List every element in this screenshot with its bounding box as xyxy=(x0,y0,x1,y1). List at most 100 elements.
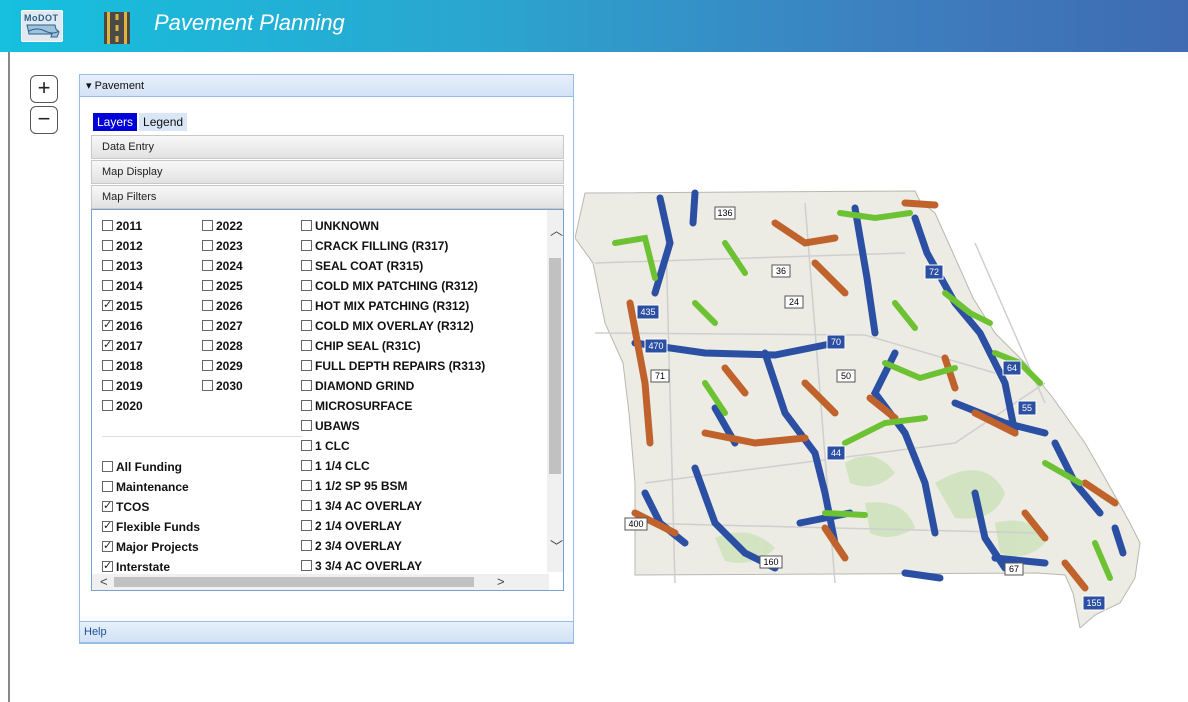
checkbox-box[interactable] xyxy=(301,420,312,431)
checkbox-box[interactable] xyxy=(301,320,312,331)
checkbox-box[interactable] xyxy=(301,300,312,311)
checkbox-box[interactable] xyxy=(102,240,113,251)
year-checkbox[interactable]: 2018 xyxy=(102,359,143,373)
checkbox-box[interactable] xyxy=(301,280,312,291)
year-checkbox[interactable]: 2030 xyxy=(202,379,243,393)
year-checkbox[interactable]: 2015 xyxy=(102,298,143,313)
year-checkbox[interactable]: 2011 xyxy=(102,219,142,233)
year-checkbox[interactable]: 2023 xyxy=(202,239,243,253)
vertical-scrollbar[interactable]: ︿ ﹀ xyxy=(547,210,563,572)
checkbox-box[interactable] xyxy=(301,440,312,451)
panel-header[interactable]: ▾ Pavement xyxy=(80,75,573,97)
missouri-map[interactable]: 136 36 24 70 470 71 50 44 160 155 64 55 … xyxy=(575,183,1150,628)
year-checkbox[interactable]: 2029 xyxy=(202,359,243,373)
year-checkbox[interactable]: 2017 xyxy=(102,338,143,353)
checkbox-box[interactable] xyxy=(202,340,213,351)
checkbox-box[interactable] xyxy=(301,560,312,571)
treatment-checkbox[interactable]: 2 3/4 OVERLAY xyxy=(301,539,402,553)
horizontal-scrollbar[interactable]: < > xyxy=(92,574,549,590)
scroll-right-icon[interactable]: > xyxy=(497,575,505,588)
help-link[interactable]: Help xyxy=(79,621,574,643)
checkbox-box[interactable] xyxy=(102,519,113,532)
year-checkbox[interactable]: 2016 xyxy=(102,318,143,333)
treatment-checkbox[interactable]: 3 3/4 AC OVERLAY xyxy=(301,559,422,573)
funding-checkbox[interactable]: Maintenance xyxy=(102,480,189,494)
treatment-checkbox[interactable]: SEAL COAT (R315) xyxy=(301,259,423,273)
year-checkbox[interactable]: 2026 xyxy=(202,299,243,313)
checkbox-box[interactable] xyxy=(102,380,113,391)
treatment-checkbox[interactable]: COLD MIX OVERLAY (R312) xyxy=(301,319,474,333)
scroll-left-icon[interactable]: < xyxy=(100,575,108,588)
year-checkbox[interactable]: 2028 xyxy=(202,339,243,353)
year-checkbox[interactable]: 2012 xyxy=(102,239,143,253)
accordion-data-entry[interactable]: Data Entry xyxy=(91,135,564,159)
funding-checkbox[interactable]: Major Projects xyxy=(102,539,199,554)
year-checkbox[interactable]: 2025 xyxy=(202,279,243,293)
checkbox-box[interactable] xyxy=(102,481,113,492)
horizontal-scroll-thumb[interactable] xyxy=(114,577,474,587)
checkbox-box[interactable] xyxy=(102,318,113,331)
year-checkbox[interactable]: 2027 xyxy=(202,319,243,333)
funding-checkbox[interactable]: Flexible Funds xyxy=(102,519,200,534)
checkbox-box[interactable] xyxy=(202,300,213,311)
treatment-checkbox[interactable]: CHIP SEAL (R31C) xyxy=(301,339,421,353)
zoom-in-button[interactable]: + xyxy=(30,75,58,103)
checkbox-box[interactable] xyxy=(102,298,113,311)
checkbox-box[interactable] xyxy=(202,280,213,291)
year-checkbox[interactable]: 2020 xyxy=(102,399,143,413)
tab-layers[interactable]: Layers xyxy=(93,113,138,131)
treatment-checkbox[interactable]: 2 1/4 OVERLAY xyxy=(301,519,402,533)
year-checkbox[interactable]: 2013 xyxy=(102,259,143,273)
treatment-checkbox[interactable]: MICROSURFACE xyxy=(301,399,412,413)
checkbox-box[interactable] xyxy=(202,320,213,331)
treatment-checkbox[interactable]: 1 CLC xyxy=(301,439,350,453)
checkbox-box[interactable] xyxy=(102,461,113,472)
treatment-checkbox[interactable]: UBAWS xyxy=(301,419,360,433)
checkbox-box[interactable] xyxy=(202,360,213,371)
checkbox-box[interactable] xyxy=(202,380,213,391)
checkbox-box[interactable] xyxy=(102,400,113,411)
checkbox-box[interactable] xyxy=(102,220,113,231)
checkbox-box[interactable] xyxy=(301,340,312,351)
treatment-checkbox[interactable]: DIAMOND GRIND xyxy=(301,379,414,393)
checkbox-box[interactable] xyxy=(102,539,113,552)
accordion-map-filters[interactable]: Map Filters xyxy=(91,185,564,209)
checkbox-box[interactable] xyxy=(301,500,312,511)
checkbox-box[interactable] xyxy=(102,260,113,271)
accordion-map-display[interactable]: Map Display xyxy=(91,160,564,184)
funding-checkbox[interactable]: TCOS xyxy=(102,499,149,514)
checkbox-box[interactable] xyxy=(202,260,213,271)
vertical-scroll-thumb[interactable] xyxy=(549,258,561,474)
year-checkbox[interactable]: 2024 xyxy=(202,259,243,273)
treatment-checkbox[interactable]: 1 3/4 AC OVERLAY xyxy=(301,499,422,513)
treatment-checkbox[interactable]: 1 1/4 CLC xyxy=(301,459,370,473)
treatment-checkbox[interactable]: COLD MIX PATCHING (R312) xyxy=(301,279,478,293)
scroll-down-icon[interactable]: ﹀ xyxy=(550,540,563,553)
checkbox-box[interactable] xyxy=(301,520,312,531)
treatment-checkbox[interactable]: HOT MIX PATCHING (R312) xyxy=(301,299,469,313)
checkbox-box[interactable] xyxy=(301,480,312,491)
checkbox-box[interactable] xyxy=(301,540,312,551)
scroll-up-icon[interactable]: ︿ xyxy=(550,224,563,237)
treatment-checkbox[interactable]: CRACK FILLING (R317) xyxy=(301,239,448,253)
year-checkbox[interactable]: 2022 xyxy=(202,219,243,233)
funding-checkbox[interactable]: All Funding xyxy=(102,460,182,474)
year-checkbox[interactable]: 2019 xyxy=(102,379,143,393)
zoom-out-button[interactable]: − xyxy=(30,106,58,134)
checkbox-box[interactable] xyxy=(102,280,113,291)
checkbox-box[interactable] xyxy=(301,220,312,231)
checkbox-box[interactable] xyxy=(102,499,113,512)
treatment-checkbox[interactable]: FULL DEPTH REPAIRS (R313) xyxy=(301,359,485,373)
checkbox-box[interactable] xyxy=(301,360,312,371)
checkbox-box[interactable] xyxy=(301,400,312,411)
checkbox-box[interactable] xyxy=(301,260,312,271)
checkbox-box[interactable] xyxy=(102,338,113,351)
checkbox-box[interactable] xyxy=(102,559,113,572)
tab-legend[interactable]: Legend xyxy=(139,113,188,131)
checkbox-box[interactable] xyxy=(102,360,113,371)
checkbox-box[interactable] xyxy=(301,380,312,391)
treatment-checkbox[interactable]: 1 1/2 SP 95 BSM xyxy=(301,479,408,493)
funding-checkbox[interactable]: Interstate xyxy=(102,559,170,574)
checkbox-box[interactable] xyxy=(202,240,213,251)
modot-logo[interactable]: MoDOT xyxy=(21,10,63,42)
